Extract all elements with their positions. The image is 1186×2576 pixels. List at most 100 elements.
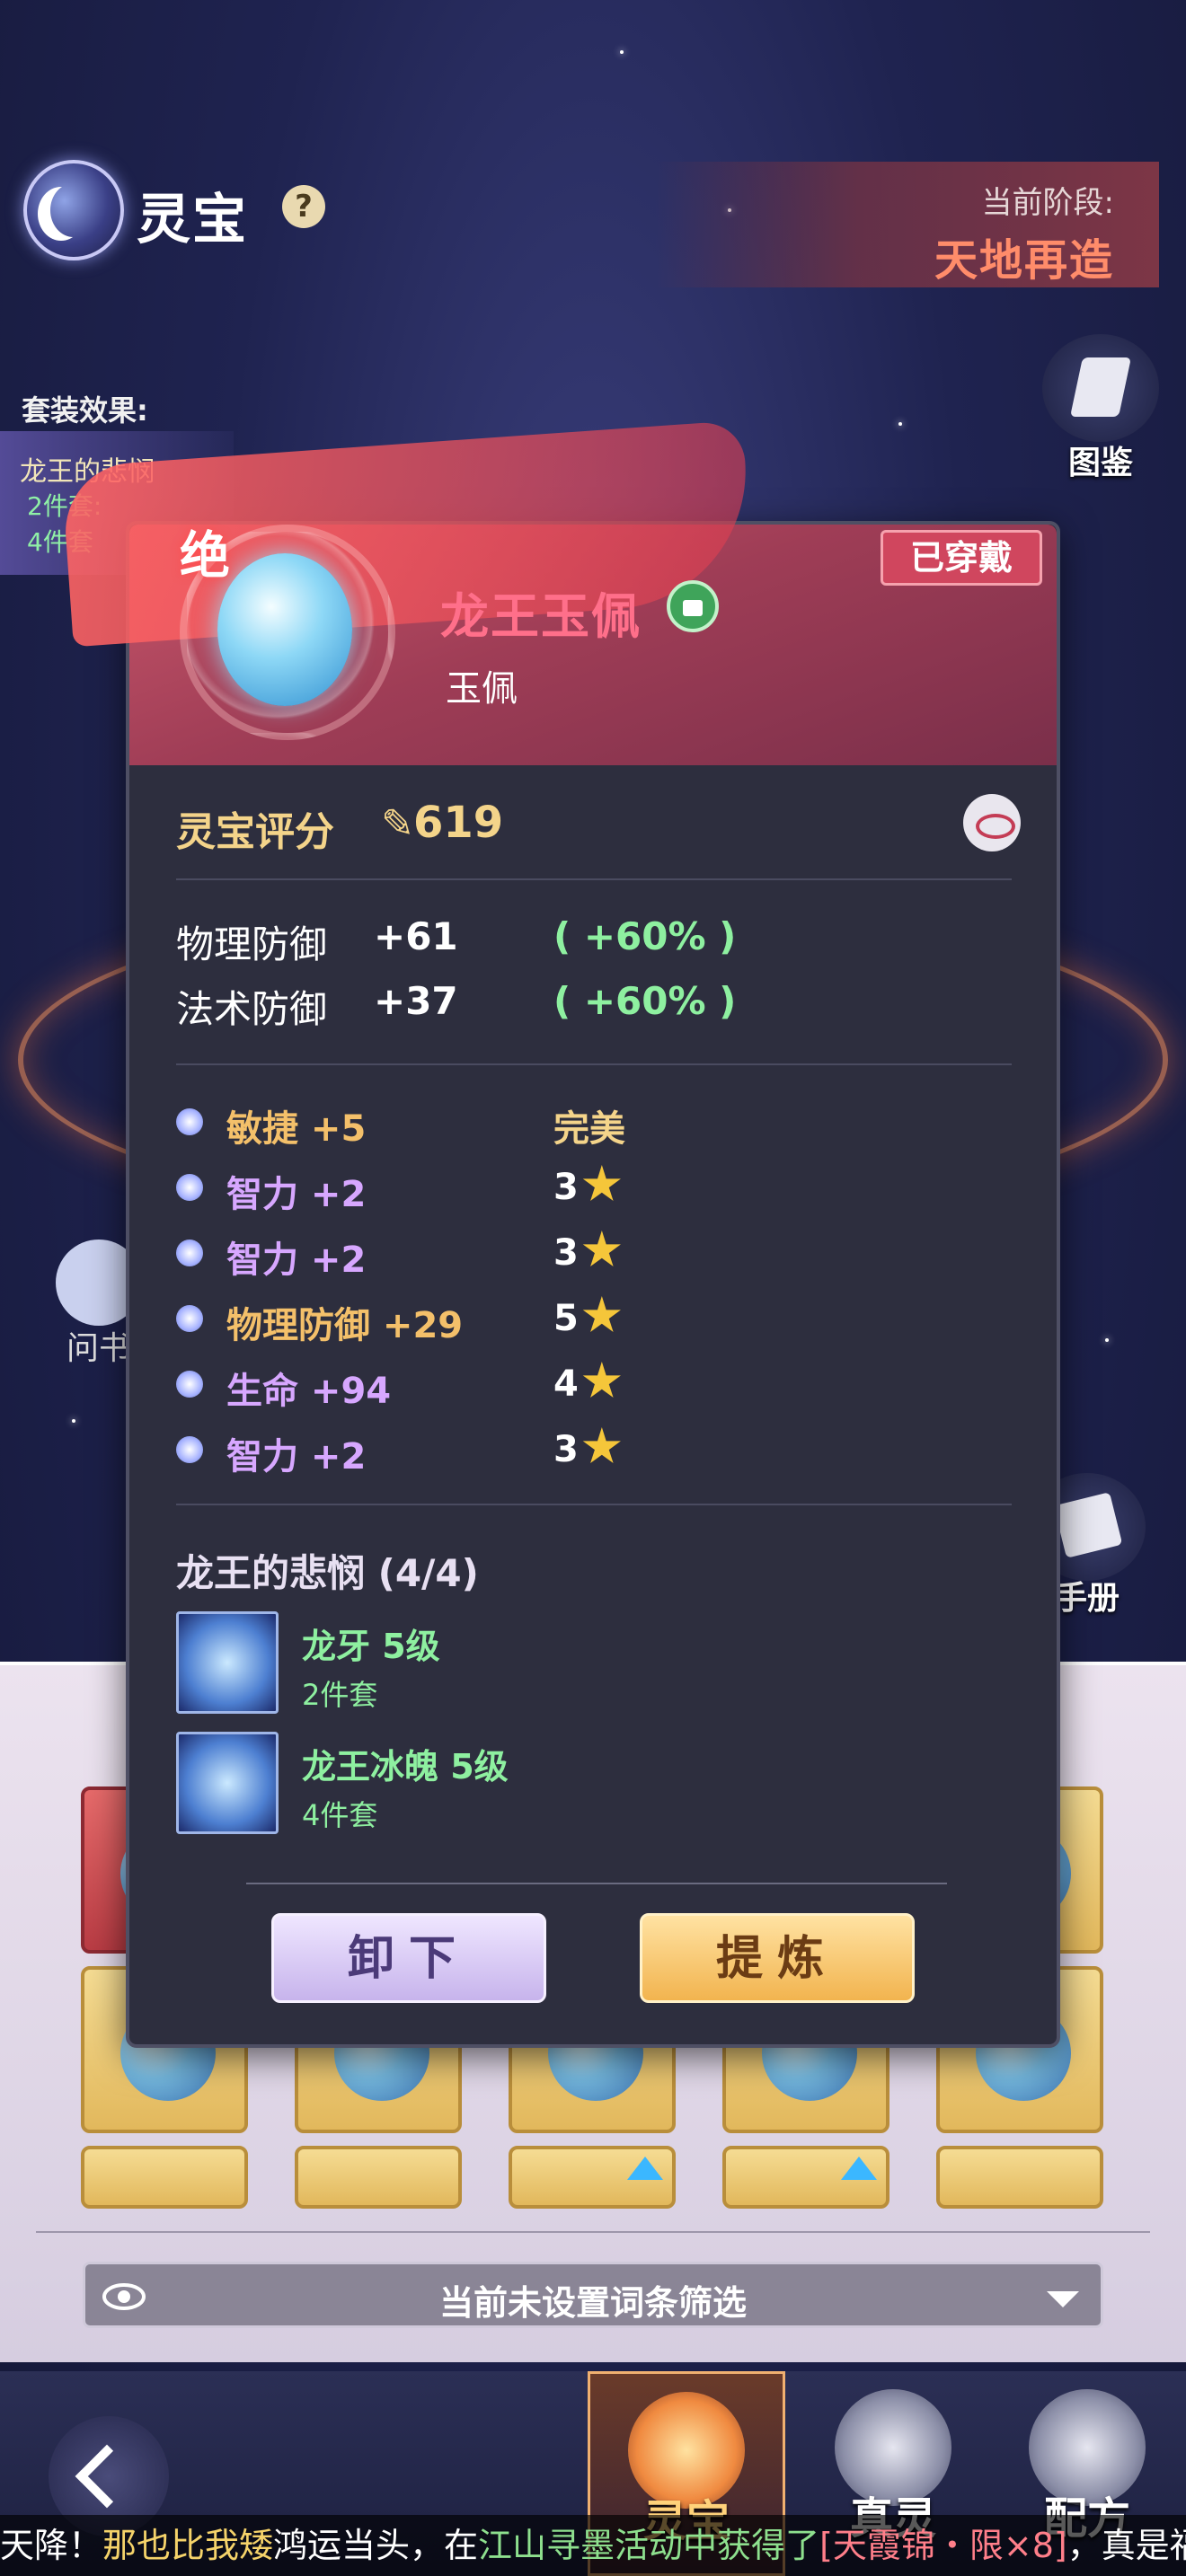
sub-stat-row: 智力 +2 3 (176, 1165, 985, 1219)
filter-text: 当前未设置词条筛选 (438, 2283, 747, 2323)
feather-icon: ✎ (381, 801, 414, 847)
divider (36, 2231, 1150, 2233)
tujian-button[interactable]: 图鉴 (1042, 334, 1159, 483)
stat-value: +61 (374, 914, 458, 958)
score-row: 灵宝评分 ✎ 619 (176, 794, 1021, 857)
star-count: 4 (553, 1363, 579, 1405)
sub-stat-text: 智力 +2 (226, 1239, 367, 1281)
set-effect-label: 套装效果: (22, 393, 148, 428)
stage-box: 当前阶段: 天地再造 (656, 162, 1159, 287)
inventory-slot[interactable] (936, 2146, 1103, 2209)
star-count: 3 (553, 1167, 579, 1208)
star-count: 5 (553, 1298, 579, 1339)
rarity-badge: 绝 (180, 527, 230, 586)
set-piece-row: 龙王冰魄 5级 4件套 (176, 1732, 985, 1836)
dragon-fang-icon (176, 1611, 279, 1714)
score-label: 灵宝评分 (176, 809, 334, 855)
set-piece-count: 4件套 (302, 1798, 378, 1832)
sub-stat-row: 物理防御 +29 5 (176, 1296, 985, 1350)
sub-stat-text: 物理防御 +29 (226, 1305, 464, 1346)
item-type: 玉佩 (446, 668, 518, 710)
unequip-button[interactable]: 卸下 (271, 1913, 546, 2003)
stage-value: 天地再造 (934, 235, 1114, 286)
ticker-reward: [天霞锦・限×8] (819, 2526, 1067, 2565)
star-icon (582, 1165, 621, 1202)
star-icon (582, 1231, 621, 1267)
equipped-badge: 已穿戴 (881, 530, 1042, 586)
sub-stat-text: 生命 +94 (226, 1371, 392, 1412)
sub-stat-grade: 5 (553, 1296, 622, 1339)
sub-stat-text: 智力 +2 (226, 1174, 367, 1215)
ticker-event: 江山寻墨活动中获得了 (478, 2526, 820, 2565)
star-icon (582, 1362, 621, 1398)
bullet-orb-icon (176, 1108, 203, 1135)
ticker-text: ，真是福缘不 (1067, 2526, 1186, 2565)
bullet-orb-icon (176, 1239, 203, 1266)
star-icon (582, 1296, 621, 1333)
stat-value: +37 (374, 979, 458, 1023)
sub-stat-row: 智力 +2 3 (176, 1231, 985, 1284)
sub-stat-grade: 完美 (553, 1108, 625, 1150)
back-arrow-icon (75, 2444, 139, 2509)
star (1105, 1338, 1109, 1342)
unlock-icon[interactable] (667, 580, 719, 632)
bullet-orb-icon (176, 1305, 203, 1332)
divider (176, 878, 1012, 880)
jade-pendant-icon (217, 553, 352, 706)
ice-soul-orb-icon (176, 1732, 279, 1834)
divider (176, 1063, 1012, 1065)
star (898, 422, 902, 426)
bullet-orb-icon (176, 1174, 203, 1201)
eye-icon[interactable] (963, 794, 1021, 851)
stat-name: 物理防御 (176, 922, 328, 966)
inventory-slot[interactable] (722, 2146, 890, 2209)
inventory-slot[interactable] (295, 2146, 462, 2209)
stat-percent: ( +60% ) (553, 914, 737, 958)
tujian-label: 图鉴 (1067, 445, 1133, 481)
moon-emblem-icon (23, 160, 124, 260)
stat-percent: ( +60% ) (553, 979, 737, 1023)
inventory-slot[interactable] (81, 2146, 248, 2209)
item-detail-card: 绝 龙王玉佩 玉佩 已穿戴 灵宝评分 ✎ 619 物理防御 +61 ( +60%… (60, 419, 1060, 2048)
item-name: 龙王玉佩 (440, 588, 642, 645)
stat-name: 法术防御 (176, 987, 328, 1031)
divider (176, 1504, 1012, 1505)
refine-button[interactable]: 提炼 (640, 1913, 915, 2003)
page-title: 灵宝 (137, 189, 248, 251)
ticker-text: 天降！ (0, 2526, 103, 2565)
bullet-orb-icon (176, 1436, 203, 1463)
affix-filter-dropdown[interactable]: 当前未设置词条筛选 (83, 2262, 1103, 2328)
star-count: 3 (553, 1429, 579, 1470)
star-count: 3 (553, 1232, 579, 1274)
help-icon[interactable]: ? (282, 185, 325, 228)
chevron-down-icon (1047, 2291, 1079, 2307)
inventory-slot[interactable] (509, 2146, 676, 2209)
set-title: 龙王的悲悯 (4/4) (176, 1551, 479, 1595)
star (72, 1419, 75, 1423)
sub-stat-grade: 3 (553, 1427, 622, 1470)
star (620, 50, 624, 54)
sub-stat-grade: 3 (553, 1231, 622, 1274)
upgrade-arrow-icon (841, 2157, 877, 2180)
set-piece-row: 龙牙 5级 2件套 (176, 1611, 985, 1716)
card-header: 绝 龙王玉佩 玉佩 已穿戴 (60, 419, 1057, 765)
broadcast-ticker: 天降！那也比我矮鸿运当头，在江山寻墨活动中获得了[天霞锦・限×8]，真是福缘不 (0, 2515, 1186, 2576)
set-piece-count: 2件套 (302, 1678, 378, 1712)
upgrade-arrow-icon (627, 2157, 663, 2180)
sub-stat-grade: 4 (553, 1362, 622, 1405)
sub-stat-text: 智力 +2 (226, 1436, 367, 1478)
base-stat-row: 法术防御 +37 ( +60% ) (176, 979, 805, 1033)
star-icon (582, 1427, 621, 1464)
sub-stat-text: 敏捷 +5 (226, 1108, 367, 1150)
divider (246, 1883, 947, 1884)
sub-stat-row: 生命 +94 4 (176, 1362, 985, 1416)
score-value: 619 (413, 798, 504, 848)
set-piece-name: 龙牙 5级 (302, 1627, 440, 1666)
sub-stat-grade: 3 (553, 1165, 622, 1208)
sub-stat-row: 敏捷 +5 完美 (176, 1099, 985, 1153)
scroll-book-icon (1042, 334, 1159, 442)
bullet-orb-icon (176, 1371, 203, 1398)
sub-stat-row: 智力 +2 3 (176, 1427, 985, 1481)
header: 灵宝 ? 当前阶段: 天地再造 (0, 153, 1186, 287)
stage-label: 当前阶段: (981, 185, 1114, 221)
